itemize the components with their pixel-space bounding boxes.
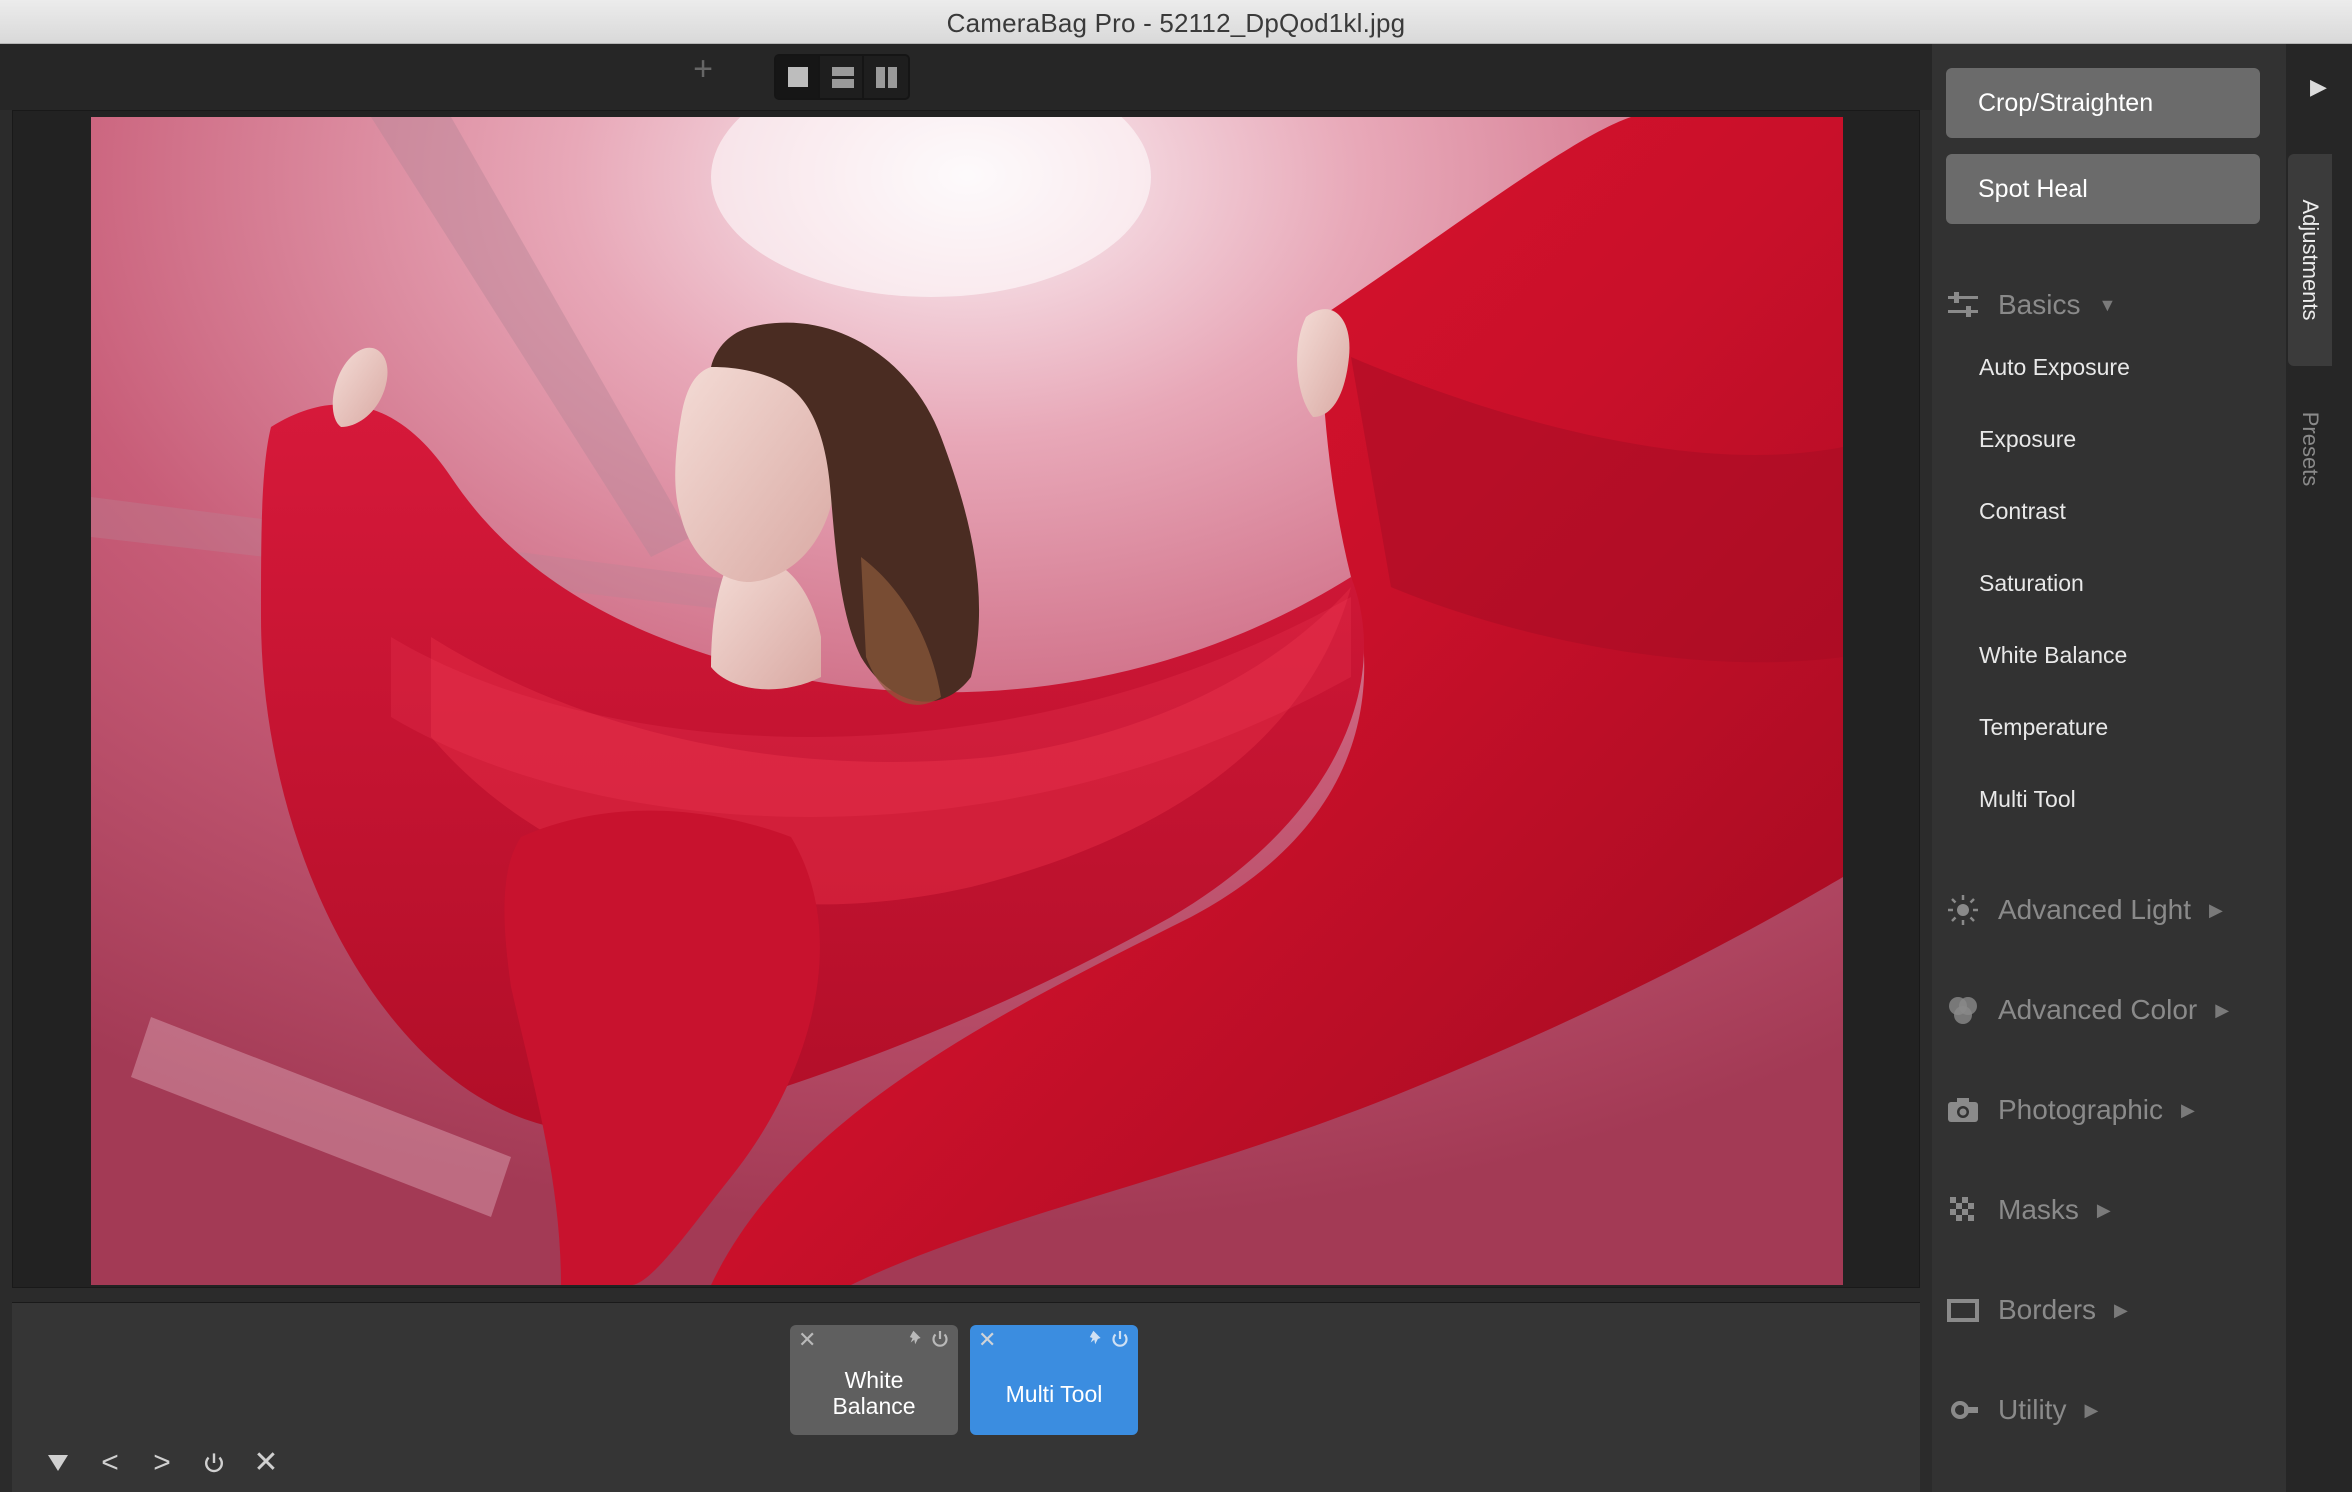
border-frame-icon	[1946, 1293, 1980, 1327]
tab-presets[interactable]: Presets	[2288, 384, 2332, 514]
chip-white-balance[interactable]: ✕ White Balance	[790, 1325, 958, 1435]
power-icon[interactable]	[188, 1443, 240, 1483]
section-masks[interactable]: Masks ▶	[1946, 1185, 2111, 1235]
adjustment-stack: ✕ White Balance ✕ Multi Tool < > ✕	[12, 1302, 1920, 1492]
tab-label: Adjustments	[2298, 199, 2323, 321]
side-tabs: ▶ Adjustments Presets	[2286, 44, 2352, 1492]
app-window: CameraBag Pro - 52112_DpQod1kl.jpg + ✕ W…	[0, 0, 2352, 1492]
side-by-side-view-icon[interactable]	[864, 56, 908, 98]
section-basics[interactable]: Basics ▼	[1946, 280, 2116, 330]
spot-heal-button[interactable]: Spot Heal	[1946, 154, 2260, 224]
chip-multi-tool[interactable]: ✕ Multi Tool	[970, 1325, 1138, 1435]
top-toolbar: +	[0, 44, 1932, 110]
chip-label-line1: White	[844, 1367, 904, 1393]
play-icon[interactable]: ▶	[2310, 74, 2327, 100]
chip-label: Multi Tool	[1005, 1381, 1103, 1407]
chip-label-line2: Balance	[832, 1393, 916, 1419]
tool-temperature[interactable]: Temperature	[1979, 714, 2108, 741]
section-borders[interactable]: Borders ▶	[1946, 1285, 2128, 1335]
power-icon[interactable]	[930, 1329, 950, 1349]
section-label: Basics	[1998, 289, 2081, 320]
title-bar: CameraBag Pro - 52112_DpQod1kl.jpg	[0, 0, 2352, 44]
chevron-right-icon: ▶	[2096, 1199, 2111, 1220]
tool-multi-tool[interactable]: Multi Tool	[1979, 786, 2076, 813]
chevron-right-icon: ▶	[2209, 899, 2223, 920]
previous-icon[interactable]: <	[84, 1443, 136, 1483]
chevron-right-icon: ▶	[2215, 999, 2230, 1020]
chevron-right-icon: ▶	[2181, 1099, 2195, 1120]
section-photographic[interactable]: Photographic ▶	[1946, 1085, 2195, 1135]
image-viewer[interactable]	[12, 110, 1920, 1288]
color-circles-icon	[1946, 993, 1980, 1027]
tool-saturation[interactable]: Saturation	[1979, 570, 2084, 597]
tool-auto-exposure[interactable]: Auto Exposure	[1979, 354, 2130, 381]
tool-contrast[interactable]: Contrast	[1979, 498, 2066, 525]
utility-icon	[1946, 1393, 1980, 1427]
section-label: Advanced Color	[1998, 994, 2198, 1025]
sun-icon	[1946, 893, 1980, 927]
camera-icon	[1946, 1093, 1980, 1127]
section-advanced-light[interactable]: Advanced Light ▶	[1946, 885, 2223, 935]
crop-straighten-button[interactable]: Crop/Straighten	[1946, 68, 2260, 138]
section-utility[interactable]: Utility ▶	[1946, 1385, 2098, 1435]
chevron-right-icon: ▶	[2114, 1299, 2128, 1320]
sliders-icon	[1946, 288, 1980, 322]
layout-switcher	[774, 54, 910, 100]
section-label: Advanced Light	[1998, 894, 2192, 925]
window-title: CameraBag Pro - 52112_DpQod1kl.jpg	[946, 8, 1406, 38]
single-view-icon[interactable]	[776, 56, 820, 98]
next-icon[interactable]: >	[136, 1443, 188, 1483]
section-label: Masks	[1998, 1194, 2079, 1225]
chip-label: White Balance	[790, 1367, 958, 1419]
tool-white-balance[interactable]: White Balance	[1979, 642, 2127, 669]
photo-image	[91, 117, 1843, 1285]
adjustments-panel: Crop/Straighten Spot Heal Basics ▼ Auto …	[1932, 44, 2286, 1492]
checker-icon	[1946, 1193, 1980, 1227]
power-icon[interactable]	[1110, 1329, 1130, 1349]
chevron-right-icon: ▶	[2084, 1399, 2099, 1420]
section-label: Photographic	[1998, 1094, 2164, 1125]
tab-label: Presets	[2298, 411, 2323, 487]
remove-icon[interactable]: ✕	[978, 1327, 996, 1353]
pin-icon[interactable]	[908, 1329, 926, 1347]
tool-exposure[interactable]: Exposure	[1979, 426, 2076, 453]
pin-icon[interactable]	[1088, 1329, 1106, 1347]
remove-icon[interactable]: ✕	[798, 1327, 816, 1353]
chevron-down-icon: ▼	[2098, 294, 2117, 315]
stacked-view-icon[interactable]	[820, 56, 864, 98]
close-icon[interactable]: ✕	[240, 1443, 292, 1483]
tab-adjustments[interactable]: Adjustments	[2288, 154, 2332, 366]
section-advanced-color[interactable]: Advanced Color ▶	[1946, 985, 2229, 1035]
section-label: Borders	[1998, 1294, 2097, 1325]
section-label: Utility	[1998, 1394, 2067, 1425]
plus-icon[interactable]: +	[688, 52, 718, 86]
photo-canvas[interactable]	[91, 117, 1843, 1285]
collapse-icon[interactable]	[32, 1443, 84, 1483]
stack-controls: < > ✕	[32, 1443, 292, 1483]
